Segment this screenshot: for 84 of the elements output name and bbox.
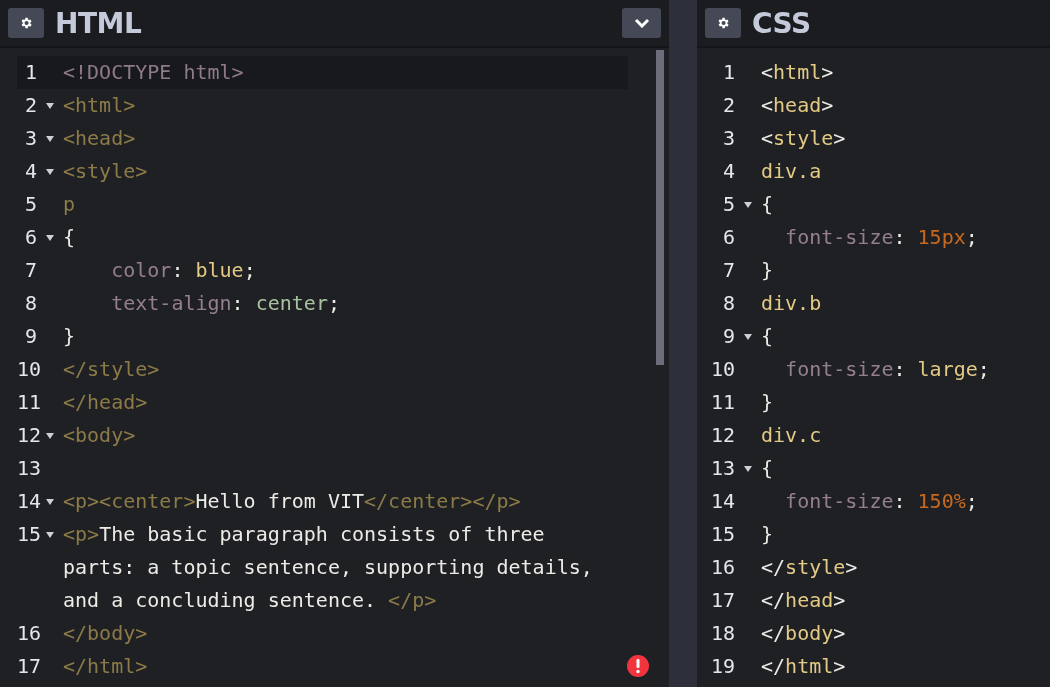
code-editor[interactable]: 1 <html> 2 <head> 3 <style> 4 div.a 5 { 6 font-size: 15px; 7 } 8 div.b 9 { 10 font-size: large; 11 } 12 div.c 13 { 14 font-size: 150%; 15 } 16 </style> 17 </head> 18 </body> 19 </html> bbox=[697, 48, 1050, 687]
code-line: <!DOCTYPE html> bbox=[63, 59, 244, 86]
line-number: 19 bbox=[709, 653, 735, 680]
scrollbar-thumb[interactable] bbox=[656, 50, 664, 365]
code-line: <style> bbox=[761, 125, 846, 152]
code-line: color: blue; bbox=[110, 257, 256, 284]
fold-triangle-icon[interactable] bbox=[46, 102, 54, 109]
code-line: div.a bbox=[761, 158, 822, 185]
line-number: 2 bbox=[23, 92, 37, 119]
line-number: 4 bbox=[23, 158, 37, 185]
line-number: 6 bbox=[721, 224, 735, 251]
code-line: { bbox=[761, 455, 774, 482]
code-line: </style> bbox=[63, 356, 160, 383]
code-line: <html> bbox=[761, 59, 834, 86]
line-number: 6 bbox=[23, 224, 37, 251]
code-line: font-size: large; bbox=[784, 356, 990, 383]
fold-triangle-icon[interactable] bbox=[46, 432, 54, 439]
code-line: div.c bbox=[761, 422, 822, 449]
code-line: <style> bbox=[63, 158, 148, 185]
line-number: 8 bbox=[721, 290, 735, 317]
line-number: 12 bbox=[709, 422, 735, 449]
fold-triangle-icon[interactable] bbox=[46, 135, 54, 142]
code-line: <body> bbox=[63, 422, 136, 449]
line-number: 18 bbox=[709, 620, 735, 647]
code-line: </head> bbox=[761, 587, 846, 614]
settings-icon bbox=[716, 16, 730, 30]
line-number: 17 bbox=[709, 587, 735, 614]
code-line: </body> bbox=[63, 620, 148, 647]
line-number: 3 bbox=[721, 125, 735, 152]
line-number: 9 bbox=[721, 323, 735, 350]
line-number: 8 bbox=[23, 290, 37, 317]
line-number: 7 bbox=[721, 257, 735, 284]
error-icon[interactable] bbox=[627, 655, 649, 677]
code-line: </head> bbox=[63, 389, 148, 416]
line-number: 16 bbox=[709, 554, 735, 581]
code-line: </html> bbox=[63, 653, 148, 680]
code-line: { bbox=[761, 323, 774, 350]
code-line: </html> bbox=[761, 653, 846, 680]
code-line: <html> bbox=[63, 92, 136, 119]
fold-triangle-icon[interactable] bbox=[46, 168, 54, 175]
code-line: } bbox=[761, 389, 774, 416]
code-line: <head> bbox=[761, 92, 834, 119]
code-line: font-size: 150%; bbox=[784, 488, 978, 515]
fold-triangle-icon[interactable] bbox=[744, 333, 752, 340]
fold-triangle-icon[interactable] bbox=[744, 201, 752, 208]
chevron-down-icon bbox=[633, 18, 650, 28]
code-line: } bbox=[63, 323, 76, 350]
code-line: { bbox=[761, 191, 774, 218]
dropdown-button[interactable] bbox=[622, 8, 661, 38]
line-number: 3 bbox=[23, 125, 37, 152]
code-line: </body> bbox=[761, 620, 846, 647]
code-line: </style> bbox=[761, 554, 858, 581]
line-number: 5 bbox=[721, 191, 735, 218]
fold-triangle-icon[interactable] bbox=[46, 234, 54, 241]
line-number: 1 bbox=[23, 59, 37, 86]
line-number: 9 bbox=[23, 323, 37, 350]
settings-icon bbox=[19, 16, 33, 30]
panel-title: HTML bbox=[55, 6, 143, 40]
fold-triangle-icon[interactable] bbox=[46, 498, 54, 505]
code-line: <p><center>Hello from VIT</center></p> bbox=[63, 488, 521, 515]
code-line: div.b bbox=[761, 290, 822, 317]
settings-button[interactable] bbox=[8, 8, 44, 38]
code-line: text-align: center; bbox=[110, 290, 340, 317]
code-line: p bbox=[63, 191, 76, 218]
code-line: { bbox=[63, 224, 76, 251]
code-line: } bbox=[761, 257, 774, 284]
line-number: 14 bbox=[709, 488, 735, 515]
code-line: <head> bbox=[63, 125, 136, 152]
fold-triangle-icon[interactable] bbox=[744, 465, 752, 472]
line-number: 13 bbox=[709, 455, 735, 482]
line-number: 5 bbox=[23, 191, 37, 218]
line-number: 2 bbox=[721, 92, 735, 119]
fold-triangle-icon[interactable] bbox=[46, 531, 54, 538]
code-line: } bbox=[761, 521, 774, 548]
settings-button[interactable] bbox=[705, 8, 741, 38]
line-number: 10 bbox=[709, 356, 735, 383]
line-number: 4 bbox=[721, 158, 735, 185]
line-number: 11 bbox=[709, 389, 735, 416]
line-number: 1 bbox=[721, 59, 735, 86]
panel-title: CSS bbox=[752, 6, 812, 40]
code-line: <p>The basic paragraph consists of three parts: a topic sentence, supporting details, and a concluding sentence. </p> bbox=[63, 521, 594, 614]
line-number: 15 bbox=[709, 521, 735, 548]
line-number: 7 bbox=[23, 257, 37, 284]
code-line: font-size: 15px; bbox=[784, 224, 978, 251]
